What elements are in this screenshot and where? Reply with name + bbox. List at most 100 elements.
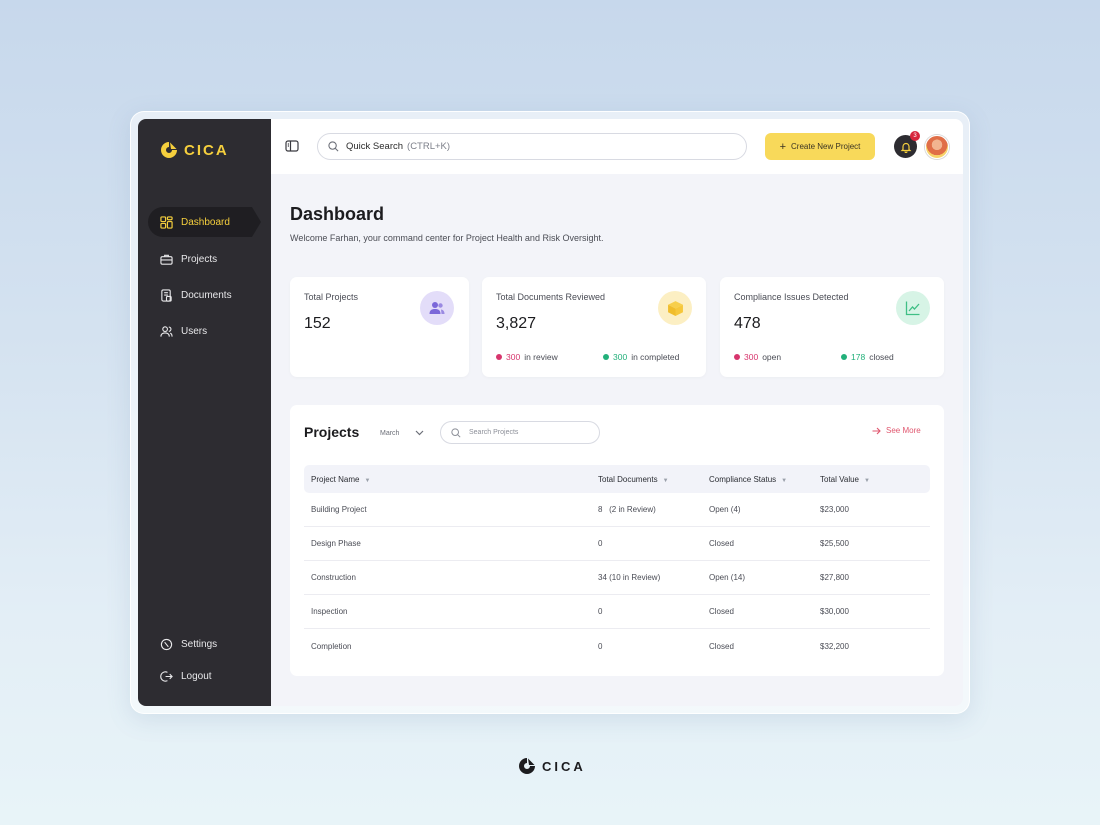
cell-total-value: $23,000 <box>820 505 849 514</box>
table-header: Project Name ▼ Total Documents ▼ Complianc… <box>304 465 930 493</box>
cell-compliance-status: Open (14) <box>709 573 746 582</box>
app-window: CICA Dashboard Projects Documents Users … <box>138 119 963 706</box>
column-header-total-value[interactable]: Total Value ▼ <box>820 475 930 484</box>
table-row[interactable]: Construction 34 (10 in Review) Open (14)… <box>304 561 930 595</box>
stat-card-documents-reviewed: Total Documents Reviewed 3,827 300 in re… <box>482 277 706 377</box>
card-label: Compliance Issues Detected <box>734 292 849 302</box>
search-icon <box>328 141 339 152</box>
documents-completed-stat: 300 in completed <box>603 352 679 362</box>
brand-name: CICA <box>184 141 229 159</box>
card-label: Total Projects <box>304 292 359 302</box>
create-new-project-button[interactable]: + Create New Project <box>765 133 875 160</box>
arrow-right-icon <box>872 427 881 434</box>
settings-icon <box>160 638 173 650</box>
card-value: 152 <box>304 315 331 332</box>
cell-total-value: $27,800 <box>820 573 849 582</box>
sidebar-item-documents[interactable]: Documents <box>148 280 261 310</box>
stat-number: 300 <box>744 352 759 362</box>
sidebar-item-logout[interactable]: Logout <box>148 661 261 691</box>
card-value: 478 <box>734 315 761 332</box>
document-icon <box>161 288 172 302</box>
cell-project-name: Design Phase <box>311 539 361 548</box>
cell-compliance-status: Closed <box>709 539 734 548</box>
column-header-compliance-status[interactable]: Compliance Status ▼ <box>709 475 820 484</box>
cell-total-value: $32,200 <box>820 641 849 651</box>
projects-table: Project Name ▼ Total Documents ▼ Complianc… <box>304 465 930 663</box>
column-header-total-documents[interactable]: Total Documents ▼ <box>598 475 709 484</box>
status-dot <box>841 354 847 360</box>
projects-panel: Projects March Search Projects See More <box>290 405 944 676</box>
sort-icon: ▼ <box>662 477 669 484</box>
table-row[interactable]: Completion 0 Closed $32,200 <box>304 629 930 663</box>
stat-number: 300 <box>506 352 521 362</box>
box-icon <box>658 291 692 325</box>
status-dot <box>734 354 740 360</box>
search-icon <box>451 427 461 438</box>
projects-search-input[interactable]: Search Projects <box>440 421 600 444</box>
sort-icon: ▼ <box>864 477 870 484</box>
cell-total-documents: 0 <box>598 539 603 548</box>
search-placeholder: Search Projects <box>469 429 519 436</box>
sidebar-item-label: Dashboard <box>181 216 230 228</box>
cica-logo-icon <box>161 142 177 158</box>
cell-total-documents: 0 <box>598 607 603 616</box>
stat-text: closed <box>869 352 894 362</box>
user-avatar[interactable] <box>925 135 949 159</box>
projects-title: Projects <box>304 424 360 440</box>
sort-icon: ▼ <box>781 477 788 484</box>
cell-project-name: Construction <box>311 573 356 582</box>
cell-total-documents: 8 (2 in Review) <box>598 505 656 514</box>
cell-compliance-status: Closed <box>709 607 734 616</box>
documents-in-review-stat: 300 in review <box>496 352 558 362</box>
create-button-label: Create New Project <box>791 142 861 151</box>
cica-logo-icon <box>519 758 535 774</box>
logout-icon <box>160 670 173 682</box>
table-row[interactable]: Design Phase 0 Closed $25,500 <box>304 527 930 561</box>
search-shortcut-hint: (CTRL+K) <box>407 141 451 152</box>
stat-number: 178 <box>851 352 866 362</box>
plus-icon: + <box>779 140 787 153</box>
cell-total-documents: 0 <box>598 641 603 651</box>
stat-text: open <box>762 352 782 362</box>
cell-project-name: Inspection <box>311 607 348 616</box>
see-more-link[interactable]: See More <box>872 426 921 435</box>
bell-icon <box>900 142 911 153</box>
sidebar-item-users[interactable]: Users <box>148 316 261 346</box>
cell-total-value: $30,000 <box>820 607 849 616</box>
grid-icon <box>160 215 173 229</box>
sidebar-toggle-icon[interactable] <box>285 139 299 153</box>
sidebar-item-label: Settings <box>181 638 218 650</box>
sort-icon: ▼ <box>364 477 371 484</box>
top-bar: Quick Search (CTRL+K) + Create New Proje… <box>271 119 963 174</box>
main-content: Quick Search (CTRL+K) + Create New Proje… <box>271 119 963 706</box>
month-select[interactable]: March <box>372 421 427 445</box>
cell-project-name: Building Project <box>311 505 367 514</box>
table-row[interactable]: Inspection 0 Closed $30,000 <box>304 595 930 629</box>
footer-brand-logo: CICA <box>518 757 586 775</box>
stat-number: 300 <box>613 352 628 362</box>
card-value: 3,827 <box>496 315 537 332</box>
briefcase-icon <box>160 254 173 265</box>
cell-compliance-status: Open (4) <box>709 505 741 514</box>
quick-search-input[interactable]: Quick Search (CTRL+K) <box>317 133 747 160</box>
search-label: Quick Search <box>346 141 404 152</box>
status-dot <box>603 354 609 360</box>
sidebar-item-projects[interactable]: Projects <box>148 244 261 274</box>
table-row[interactable]: Building Project 8 (2 in Review) Open (4… <box>304 493 930 527</box>
cell-total-documents: 34 (10 in Review) <box>598 573 661 582</box>
column-header-project-name[interactable]: Project Name ▼ <box>304 475 598 484</box>
month-value: March <box>380 429 400 437</box>
page-subtitle: Welcome Farhan, your command center for … <box>290 233 604 243</box>
sidebar-item-label: Projects <box>181 253 218 265</box>
stat-card-compliance-issues: Compliance Issues Detected 478 300 open … <box>720 277 944 377</box>
cell-total-value: $25,500 <box>820 539 849 548</box>
footer-brand-name: CICA <box>542 758 586 774</box>
notification-count-badge: 3 <box>910 131 920 141</box>
sidebar-item-label: Users <box>181 325 208 337</box>
brand-logo[interactable]: CICA <box>160 141 229 159</box>
sidebar-item-dashboard[interactable]: Dashboard <box>148 207 261 237</box>
sidebar-item-settings[interactable]: Settings <box>148 629 261 659</box>
chevron-down-icon <box>416 430 424 436</box>
card-label: Total Documents Reviewed <box>496 292 606 302</box>
compliance-open-stat: 300 open <box>734 352 781 362</box>
